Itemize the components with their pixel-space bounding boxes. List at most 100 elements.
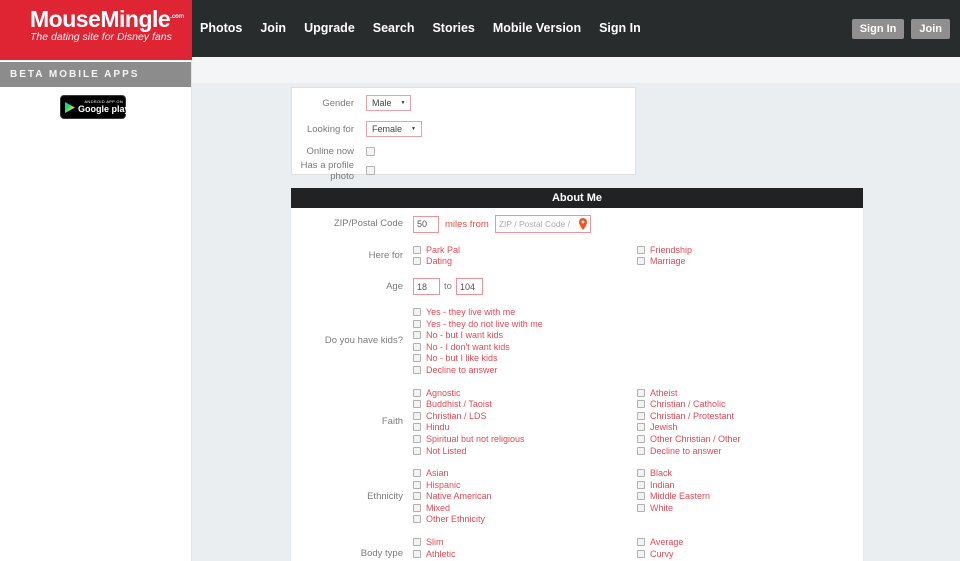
miles-input[interactable] xyxy=(413,216,439,233)
checkbox-label: Native American xyxy=(426,491,492,501)
nav-item-stories[interactable]: Stories xyxy=(432,0,474,57)
checkbox[interactable] xyxy=(413,320,421,328)
checkbox[interactable] xyxy=(637,389,645,397)
checkbox-option[interactable]: Black xyxy=(637,467,837,479)
checkbox-option[interactable]: Decline to answer xyxy=(637,445,837,457)
checkbox[interactable] xyxy=(637,550,645,558)
checkbox[interactable] xyxy=(413,389,421,397)
checkbox[interactable] xyxy=(413,469,421,477)
checkbox[interactable] xyxy=(413,246,421,254)
checkbox-option[interactable]: Christian / Catholic xyxy=(637,398,837,410)
logo-block[interactable]: MouseMingle.com The dating site for Disn… xyxy=(0,0,192,60)
google-play-badge[interactable]: ANDROID APP ON Google play xyxy=(60,95,126,119)
checkbox-option[interactable]: Dating xyxy=(413,256,637,268)
checkbox-option[interactable]: Yes - they do not live with me xyxy=(413,318,637,330)
checkbox[interactable] xyxy=(413,550,421,558)
checkbox[interactable] xyxy=(637,246,645,254)
age-max-input[interactable] xyxy=(456,278,483,295)
checkbox[interactable] xyxy=(413,412,421,420)
checkbox[interactable] xyxy=(413,515,421,523)
checkbox-option[interactable]: Marriage xyxy=(637,256,837,268)
checkbox[interactable] xyxy=(413,366,421,374)
checkbox-option[interactable]: Curvy xyxy=(637,548,837,560)
checkbox-option[interactable]: White xyxy=(637,502,837,514)
checkbox-label: Other Christian / Other xyxy=(650,434,741,444)
checkbox-option[interactable]: Athletic xyxy=(413,548,637,560)
checkbox-option[interactable]: No - I don't want kids xyxy=(413,341,637,353)
signin-button[interactable]: Sign In xyxy=(852,19,905,39)
checkbox[interactable] xyxy=(413,343,421,351)
checkbox-option[interactable]: No - but I like kids xyxy=(413,353,637,365)
checkbox-option[interactable]: Agnostic xyxy=(413,387,637,399)
nav-item-search[interactable]: Search xyxy=(373,0,415,57)
online-now-checkbox[interactable] xyxy=(366,147,375,156)
checkbox[interactable] xyxy=(637,435,645,443)
checkbox[interactable] xyxy=(637,257,645,265)
checkbox[interactable] xyxy=(413,538,421,546)
age-min-input[interactable] xyxy=(413,278,440,295)
join-button[interactable]: Join xyxy=(911,19,950,39)
checkbox-option[interactable]: Asian xyxy=(413,467,637,479)
checkbox-option[interactable]: Indian xyxy=(637,479,837,491)
checkbox-option[interactable]: Hindu xyxy=(413,422,637,434)
checkbox-label: Dating xyxy=(426,256,452,266)
online-now-label: Online now xyxy=(292,146,354,157)
checkbox-option[interactable]: Buddhist / Taoist xyxy=(413,398,637,410)
checkbox-option[interactable]: Native American xyxy=(413,491,637,503)
gender-select[interactable]: Male▼ xyxy=(366,95,411,111)
checkbox-option[interactable]: Average xyxy=(637,536,837,548)
checkbox-option[interactable]: Other Christian / Other xyxy=(637,433,837,445)
nav-item-sign-in[interactable]: Sign In xyxy=(599,0,641,57)
checkbox-option[interactable]: Yes - they live with me xyxy=(413,306,637,318)
zip-input[interactable] xyxy=(499,219,579,229)
checkbox[interactable] xyxy=(637,504,645,512)
checkbox-option[interactable]: Mixed xyxy=(413,502,637,514)
checkbox[interactable] xyxy=(413,492,421,500)
checkbox[interactable] xyxy=(637,538,645,546)
checkbox-option[interactable]: Hispanic xyxy=(413,479,637,491)
checkbox-option[interactable]: Middle Eastern xyxy=(637,491,837,503)
location-pin-icon[interactable] xyxy=(579,218,587,230)
checkbox-option[interactable]: Not Listed xyxy=(413,445,637,457)
checkbox[interactable] xyxy=(637,412,645,420)
checkbox[interactable] xyxy=(413,423,421,431)
faith-label: Faith xyxy=(291,416,403,427)
checkbox[interactable] xyxy=(637,481,645,489)
checkbox[interactable] xyxy=(637,400,645,408)
checkbox[interactable] xyxy=(413,400,421,408)
checkbox-option[interactable]: Other Ethnicity xyxy=(413,514,637,526)
checkbox[interactable] xyxy=(413,481,421,489)
nav-item-photos[interactable]: Photos xyxy=(200,0,242,57)
nav-menu: Photos Join Upgrade Search Stories Mobile Ver… xyxy=(200,0,641,57)
checkbox[interactable] xyxy=(637,492,645,500)
checkbox-option[interactable]: Christian / Protestant xyxy=(637,410,837,422)
nav-item-join[interactable]: Join xyxy=(260,0,286,57)
checkbox[interactable] xyxy=(413,354,421,362)
checkbox[interactable] xyxy=(413,308,421,316)
checkbox-option[interactable]: Park Pal xyxy=(413,244,637,256)
checkbox-option[interactable]: Christian / LDS xyxy=(413,410,637,422)
google-play-badge-text: ANDROID APP ON Google play xyxy=(78,100,130,114)
checkbox-option[interactable]: Decline to answer xyxy=(413,364,637,376)
checkbox-label: Curvy xyxy=(650,549,674,559)
nav-item-upgrade[interactable]: Upgrade xyxy=(304,0,355,57)
looking-for-select[interactable]: Female▼ xyxy=(366,121,422,137)
checkbox[interactable] xyxy=(413,435,421,443)
checkbox[interactable] xyxy=(413,504,421,512)
checkbox[interactable] xyxy=(413,447,421,455)
checkbox[interactable] xyxy=(413,331,421,339)
checkbox-option[interactable]: Slim xyxy=(413,536,637,548)
checkbox-option[interactable]: No - but I want kids xyxy=(413,329,637,341)
nav-item-mobile-version[interactable]: Mobile Version xyxy=(493,0,581,57)
has-photo-checkbox[interactable] xyxy=(366,166,375,175)
checkbox-label: No - I don't want kids xyxy=(426,342,510,352)
checkbox[interactable] xyxy=(637,447,645,455)
checkbox-option[interactable]: Atheist xyxy=(637,387,837,399)
checkbox[interactable] xyxy=(637,469,645,477)
checkbox[interactable] xyxy=(637,423,645,431)
gender-label: Gender xyxy=(292,98,354,109)
checkbox-option[interactable]: Friendship xyxy=(637,244,837,256)
checkbox[interactable] xyxy=(413,257,421,265)
checkbox-option[interactable]: Jewish xyxy=(637,422,837,434)
checkbox-option[interactable]: Spiritual but not religious xyxy=(413,433,637,445)
